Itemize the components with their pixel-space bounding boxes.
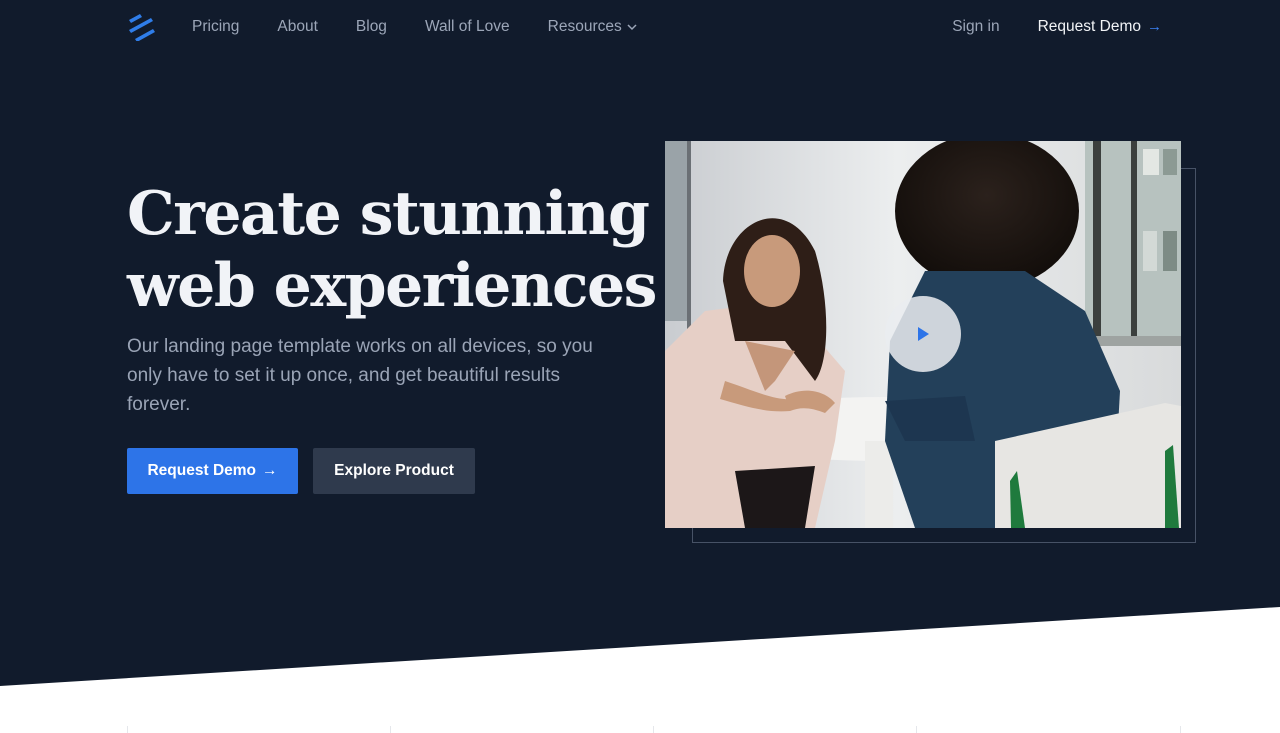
nav-request-demo-label: Request Demo: [1037, 18, 1141, 35]
chevron-down-icon: [627, 24, 637, 31]
request-demo-button[interactable]: Request Demo →: [127, 448, 298, 494]
feature-divider: [916, 726, 917, 733]
arrow-right-icon: →: [262, 462, 278, 479]
feature-divider: [1180, 726, 1181, 733]
hero-section: Pricing About Blog Wall of Love Resource…: [0, 0, 1280, 733]
nav-actions: Sign in Request Demo →: [952, 17, 1162, 37]
sign-in-link[interactable]: Sign in: [952, 17, 999, 37]
hero-subtitle: Our landing page template works on all d…: [127, 336, 593, 415]
nav-link-pricing[interactable]: Pricing: [192, 17, 239, 37]
nav-request-demo-link[interactable]: Request Demo →: [1038, 17, 1162, 37]
request-demo-button-label: Request Demo: [147, 462, 257, 479]
nav-link-wall-of-love[interactable]: Wall of Love: [425, 17, 510, 37]
arrow-right-icon: →: [1147, 18, 1162, 35]
feature-divider: [653, 726, 654, 733]
nav-links: Pricing About Blog Wall of Love Resource…: [192, 17, 676, 37]
explore-product-button[interactable]: Explore Product: [313, 448, 475, 494]
feature-divider: [390, 726, 391, 733]
stripes-logo-icon[interactable]: [127, 13, 157, 41]
hero-headline-line-2: web experiences: [127, 251, 657, 321]
feature-divider: [127, 726, 128, 733]
play-button[interactable]: [885, 296, 961, 372]
top-navigation: Pricing About Blog Wall of Love Resource…: [0, 0, 1280, 54]
play-icon: [918, 327, 929, 341]
nav-link-resources-label: Resources: [547, 18, 622, 35]
hero-headline: Create stunning web experiences: [127, 178, 657, 322]
nav-link-resources[interactable]: Resources: [548, 17, 638, 37]
nav-link-about[interactable]: About: [277, 17, 318, 37]
hero-headline-line-1: Create stunning: [127, 179, 650, 249]
nav-link-blog[interactable]: Blog: [356, 17, 387, 37]
